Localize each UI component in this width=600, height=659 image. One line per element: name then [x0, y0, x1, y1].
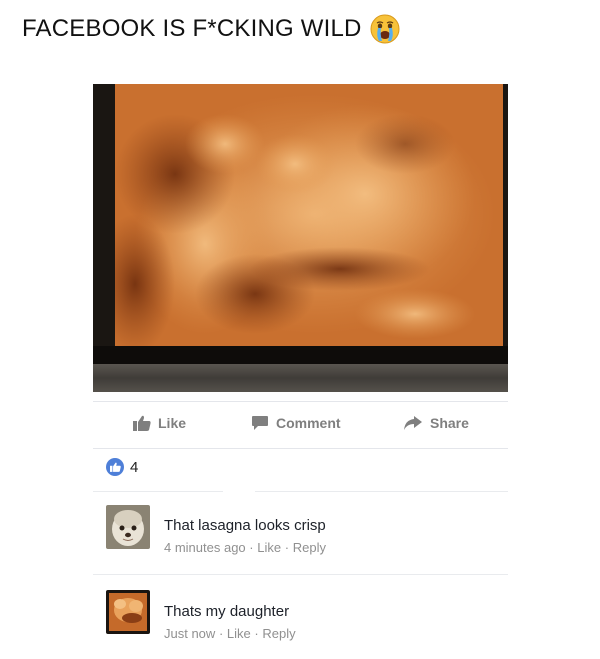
- avatar[interactable]: [106, 505, 150, 549]
- post-photo[interactable]: [93, 84, 508, 392]
- meta-separator: ·: [254, 626, 259, 641]
- comment-bubble-icon: [252, 416, 268, 430]
- comment-like-link[interactable]: Like: [227, 626, 251, 641]
- divider: [93, 574, 508, 575]
- meta-separator: ·: [218, 626, 224, 641]
- comment-body: Thats my daughter Just now · Like · Repl…: [164, 603, 494, 641]
- comment-meta: Just now · Like · Reply: [164, 626, 494, 641]
- photo-background-surface: [93, 364, 508, 392]
- meta-separator: ·: [284, 540, 290, 555]
- comment-time[interactable]: Just now: [164, 626, 215, 641]
- crying-face-icon: [370, 14, 400, 44]
- divider: [255, 491, 508, 492]
- photo-frame-edge: [93, 346, 508, 364]
- comment-text: That lasagna looks crisp: [164, 517, 326, 534]
- share-button[interactable]: Share: [403, 415, 469, 431]
- meta-separator: ·: [249, 540, 254, 555]
- comment-reply-link[interactable]: Reply: [262, 626, 295, 641]
- like-label: Like: [158, 415, 187, 431]
- comment-like-link[interactable]: Like: [257, 540, 281, 555]
- comment-button[interactable]: Comment: [251, 415, 341, 431]
- comment-text: Thats my daughter: [164, 603, 290, 620]
- comment-label: Comment: [276, 415, 341, 431]
- comment-time[interactable]: 4 minutes ago: [164, 540, 246, 555]
- post-action-bar: Like Comment Share: [93, 401, 508, 449]
- post-caption: FACEBOOK IS F*CKING WILD: [22, 14, 400, 44]
- comment-meta: 4 minutes ago · Like · Reply: [164, 540, 494, 555]
- share-label: Share: [430, 415, 469, 431]
- comment-body: That lasagna looks crisp 4 minutes ago ·…: [164, 517, 494, 555]
- caption-text: FACEBOOK IS F*CKING WILD: [22, 15, 362, 42]
- like-reaction-icon: [106, 458, 124, 476]
- share-arrow-icon: [404, 416, 422, 430]
- thumbs-up-icon: [133, 415, 151, 431]
- ultrasound-image: [115, 84, 503, 346]
- like-button[interactable]: Like: [133, 415, 186, 431]
- reaction-count: 4: [130, 458, 139, 476]
- reaction-summary[interactable]: 4: [106, 458, 138, 476]
- comment-reply-link[interactable]: Reply: [293, 540, 326, 555]
- divider: [93, 491, 223, 492]
- avatar[interactable]: [106, 590, 150, 634]
